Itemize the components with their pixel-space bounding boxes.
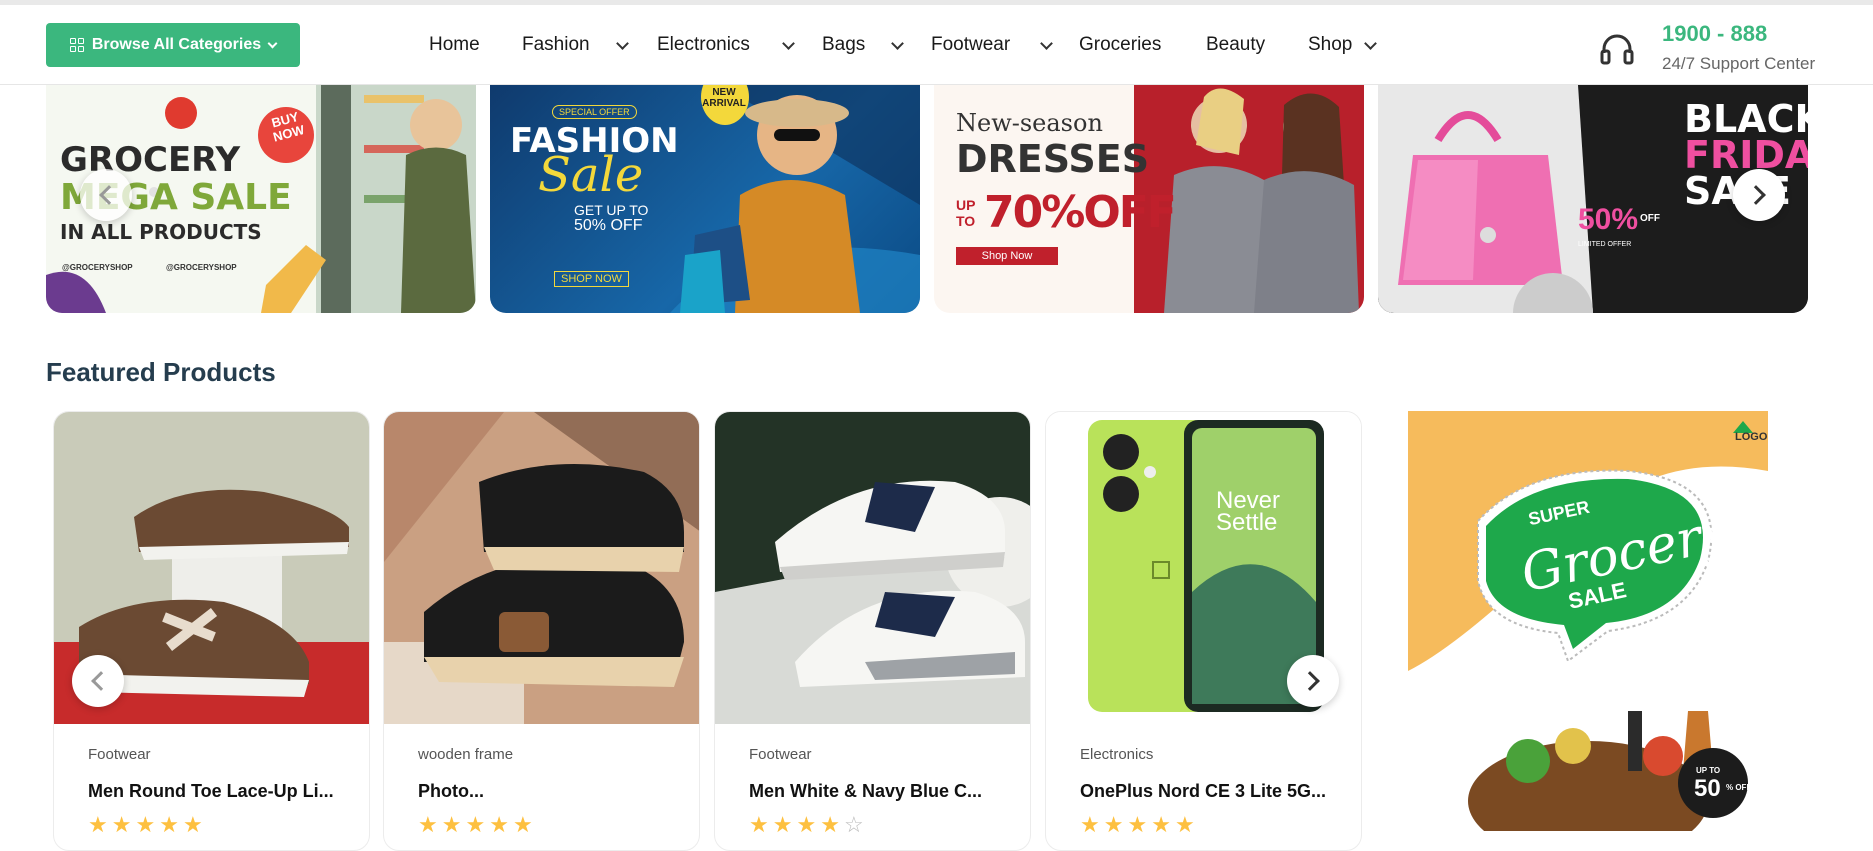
- banner-grocery-line1: GROCERY: [60, 140, 241, 180]
- product-image[interactable]: [384, 412, 699, 724]
- banner-fashion[interactable]: SPECIAL OFFER NEW ARRIVAL FASHION Sale G…: [490, 85, 920, 313]
- star-icon: ★: [418, 812, 438, 837]
- promo-upto: UP TO: [1696, 766, 1721, 775]
- banner-bf-line2: FRIDAY: [1684, 133, 1808, 177]
- star-icon: ★: [465, 812, 486, 837]
- products-prev-button[interactable]: [72, 655, 124, 707]
- nav-home[interactable]: Home: [429, 5, 480, 85]
- banner-dresses-to: TO: [956, 213, 976, 229]
- products-next-button[interactable]: [1287, 655, 1339, 707]
- product-rating: ★ ★ ★ ★ ★: [418, 814, 533, 836]
- star-icon: ★: [111, 812, 132, 837]
- product-rating: ★ ★ ★ ★ ★: [1080, 814, 1195, 836]
- banner-dresses-cta[interactable]: Shop Now: [956, 247, 1058, 265]
- nav-fashion[interactable]: Fashion: [522, 5, 590, 85]
- nav-shop[interactable]: Shop: [1308, 5, 1352, 85]
- banner-next-button[interactable]: [1733, 169, 1785, 221]
- product-card[interactable]: Never Settle Electronics OnePlus Nord CE…: [1045, 411, 1362, 851]
- banner-dresses-up: UP: [956, 197, 976, 213]
- chevron-right-icon: [1746, 185, 1766, 205]
- product-category: Footwear: [749, 746, 812, 763]
- banner-prev-button[interactable]: [80, 169, 132, 221]
- star-icon: ★: [1103, 812, 1124, 837]
- banner-fashion-script: Sale: [538, 147, 644, 203]
- phone-screen-text2: Settle: [1216, 509, 1278, 536]
- white-sneaker-image: [715, 412, 1030, 724]
- product-category: wooden frame: [418, 746, 514, 763]
- banner-bf-line1: BLACK: [1684, 97, 1808, 141]
- star-icon: ★: [512, 812, 533, 837]
- banner-dresses[interactable]: New-season DRESSES UP TO 70%OFF Shop Now: [934, 85, 1364, 313]
- banner-fashion-cta[interactable]: SHOP NOW: [554, 271, 629, 287]
- product-title[interactable]: Men White & Navy Blue C...: [749, 781, 982, 802]
- banner-grocery-social1: @GROCERYSHOP: [62, 263, 133, 272]
- product-card[interactable]: wooden frame Photo... ★ ★ ★ ★ ★: [383, 411, 700, 851]
- star-icon: ★: [182, 812, 203, 837]
- banner-fashion-offer1: GET UP TO: [574, 202, 649, 218]
- star-icon: ★: [489, 812, 509, 837]
- chevron-down-icon[interactable]: [782, 37, 795, 50]
- sneaker-image: [384, 412, 699, 724]
- product-image[interactable]: [715, 412, 1030, 724]
- banner-carousel: GROCERY MEGA SALE IN ALL PRODUCTS BUY NO…: [46, 85, 1810, 313]
- promo-value: 50: [1694, 775, 1721, 802]
- star-empty-icon: ☆: [843, 812, 864, 837]
- product-category: Footwear: [88, 746, 151, 763]
- product-title[interactable]: Men Round Toe Lace-Up Li...: [88, 781, 334, 802]
- banner-grocery-social2: @GROCERYSHOP: [166, 263, 237, 272]
- star-icon: ★: [441, 812, 462, 837]
- chevron-down-icon[interactable]: [1364, 37, 1377, 50]
- chevron-left-icon: [99, 185, 119, 205]
- promo-off: % OFF: [1726, 783, 1752, 792]
- product-title[interactable]: Photo...: [418, 781, 484, 802]
- banner-grocery-line3: IN ALL PRODUCTS: [60, 220, 262, 244]
- chevron-down-icon[interactable]: [1040, 37, 1053, 50]
- banner-bf-limited: LIMITED OFFER: [1578, 241, 1632, 248]
- main-nav: Home Fashion Electronics Bags Footwear G…: [0, 5, 1873, 85]
- product-rating: ★ ★ ★ ★ ★: [88, 814, 203, 836]
- star-icon: ★: [772, 812, 793, 837]
- promo-logo: LOGO: [1735, 431, 1768, 443]
- support-center: 1900 - 888 24/7 Support Center: [1600, 17, 1860, 77]
- banner-dresses-offer: 70%OFF: [984, 187, 1177, 238]
- banner-fashion-offer2: 50% OFF: [574, 217, 643, 234]
- star-icon: ★: [88, 812, 108, 837]
- star-icon: ★: [1080, 812, 1100, 837]
- star-icon: ★: [1174, 812, 1195, 837]
- headset-icon: [1600, 34, 1634, 65]
- star-icon: ★: [796, 812, 817, 837]
- star-icon: ★: [159, 812, 179, 837]
- support-phone[interactable]: 1900 - 888: [1662, 21, 1767, 47]
- nav-bags[interactable]: Bags: [822, 5, 865, 85]
- chevron-down-icon[interactable]: [616, 37, 629, 50]
- banner-fashion-tag: SPECIAL OFFER: [552, 105, 637, 119]
- star-icon: ★: [1151, 812, 1171, 837]
- chevron-left-icon: [91, 671, 111, 691]
- site-header: Browse All Categories Home Fashion Elect…: [0, 5, 1873, 85]
- support-label: 24/7 Support Center: [1662, 54, 1816, 73]
- star-icon: ★: [1127, 812, 1148, 837]
- chevron-right-icon: [1300, 671, 1320, 691]
- banner-fashion-ribbon: NEW ARRIVAL: [702, 87, 746, 109]
- banner-dresses-line1: New-season: [956, 109, 1103, 137]
- star-icon: ★: [820, 812, 840, 837]
- nav-groceries[interactable]: Groceries: [1079, 5, 1161, 85]
- featured-products-title: Featured Products: [46, 357, 276, 387]
- chevron-down-icon[interactable]: [891, 37, 904, 50]
- product-title[interactable]: OnePlus Nord CE 3 Lite 5G...: [1080, 781, 1326, 802]
- grocery-promo-banner[interactable]: LOGO SUPER Grocery SALE UP TO 50 % OFF: [1408, 411, 1768, 831]
- nav-electronics[interactable]: Electronics: [657, 5, 750, 85]
- nav-footwear[interactable]: Footwear: [931, 5, 1010, 85]
- star-icon: ★: [749, 812, 769, 837]
- star-icon: ★: [135, 812, 156, 837]
- banner-dresses-line2: DRESSES: [956, 137, 1150, 181]
- product-card[interactable]: Footwear Men White & Navy Blue C... ★ ★ ★ ★…: [714, 411, 1031, 851]
- product-category: Electronics: [1080, 746, 1154, 763]
- banner-bf-off: OFF: [1640, 213, 1660, 224]
- product-rating: ★ ★ ★ ★ ☆: [749, 814, 864, 836]
- nav-beauty[interactable]: Beauty: [1206, 5, 1265, 85]
- product-card[interactable]: Footwear Men Round Toe Lace-Up Li... ★ ★ ★…: [53, 411, 370, 851]
- banner-bf-offer: 50%: [1578, 203, 1639, 236]
